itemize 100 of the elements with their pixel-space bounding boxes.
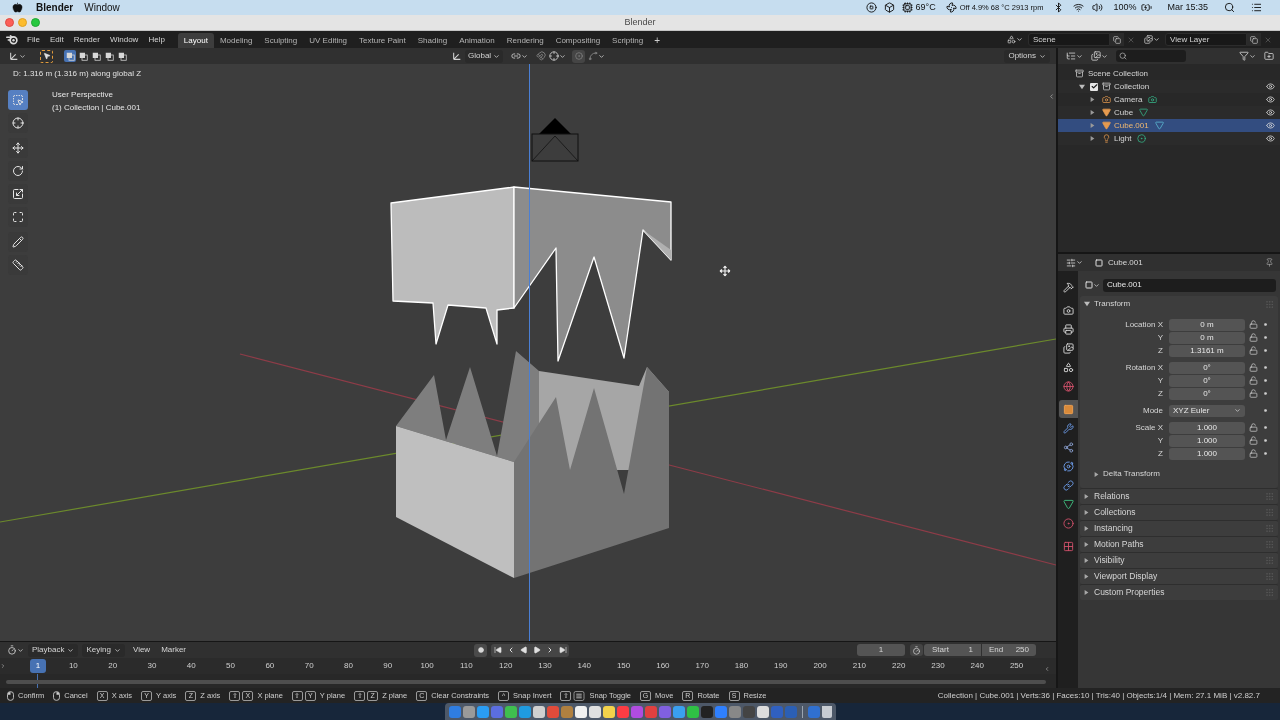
object-name-field[interactable]: Cube.001 <box>1103 278 1276 292</box>
workspace-tab[interactable]: Modeling <box>213 33 259 48</box>
play-reverse-button[interactable] <box>517 643 530 657</box>
frame-number: 180 <box>734 662 749 670</box>
view-layer-selector-button[interactable] <box>1142 33 1162 46</box>
number-field[interactable]: 0° <box>1169 374 1245 387</box>
property-dropdown[interactable]: XYZ Euler <box>1169 404 1245 417</box>
menu-dropdown[interactable]: Playback <box>28 643 79 657</box>
copy-scene-button[interactable] <box>1110 33 1124 46</box>
triangle-icon <box>1063 498 1074 510</box>
menu-item[interactable]: Render <box>68 32 105 47</box>
trash-icon[interactable] <box>821 705 832 718</box>
falloff-button[interactable] <box>588 49 605 63</box>
app-icon[interactable] <box>686 705 699 718</box>
menu-item[interactable]: Help <box>143 32 170 47</box>
image-stack-icon <box>1144 35 1153 44</box>
playhead-frame-indicator[interactable]: 1 <box>30 659 46 673</box>
app-icon[interactable] <box>672 705 685 718</box>
hammer-icon <box>1063 281 1074 293</box>
editor-type-button[interactable] <box>7 643 24 657</box>
tool-button[interactable] <box>8 90 28 110</box>
selection-mode-button[interactable] <box>64 50 76 62</box>
view-layer-filter-button[interactable] <box>1091 49 1108 63</box>
snap-button[interactable] <box>534 49 547 63</box>
number-field[interactable]: 0° <box>1169 387 1245 400</box>
field-value: 250 <box>1015 646 1029 654</box>
current-frame-field[interactable]: 1 <box>857 644 905 656</box>
app-icon[interactable] <box>574 705 587 718</box>
editor-type-button[interactable] <box>1066 256 1083 269</box>
scene-name-field[interactable]: Scene <box>1028 33 1110 46</box>
app-icon[interactable] <box>602 705 615 718</box>
number-field[interactable]: 1.000 <box>1169 434 1245 447</box>
menu-item[interactable]: View <box>129 643 154 657</box>
mouse-right-click-icon <box>53 690 61 701</box>
number-field[interactable]: 1.000 <box>1169 421 1245 434</box>
frame-number: 30 <box>147 662 157 670</box>
logo-icon[interactable] <box>6 34 18 45</box>
app-icon[interactable] <box>588 705 601 718</box>
image-stack-icon <box>1063 342 1074 354</box>
number-field[interactable]: 0 m <box>1169 331 1245 344</box>
number-field[interactable]: 0° <box>1169 361 1245 374</box>
number-field[interactable]: 1.3161 m <box>1169 344 1245 357</box>
preview-range-button[interactable] <box>910 644 923 656</box>
app-menu[interactable]: Blender <box>36 2 74 13</box>
app-icon[interactable] <box>756 705 769 718</box>
selection-mode-button[interactable] <box>116 50 128 62</box>
menu-item[interactable]: File <box>22 32 45 47</box>
workspace-tab[interactable]: Layout <box>177 33 214 48</box>
workspace-tab[interactable]: Shading <box>411 33 454 48</box>
orientation-dropdown[interactable]: Global <box>465 49 503 63</box>
start-frame-field[interactable]: Start 1 <box>924 644 981 656</box>
workspace-tab[interactable]: Compositing <box>549 33 607 48</box>
app-icon[interactable] <box>504 705 517 718</box>
workspace-tab[interactable]: Scripting <box>606 33 650 48</box>
display-mode-button[interactable] <box>1066 49 1083 63</box>
app-icon[interactable] <box>532 705 545 718</box>
collapsed-panel-header[interactable]: Motion Paths <box>1080 536 1278 552</box>
scene-selector-button[interactable] <box>1005 33 1025 46</box>
workspace-tab[interactable]: Sculpting <box>258 33 304 48</box>
options-dropdown[interactable]: Options <box>1004 49 1050 63</box>
end-frame-field[interactable]: End 250 <box>982 644 1036 656</box>
square-icon <box>1063 403 1074 415</box>
number-field[interactable]: 1.000 <box>1169 447 1245 460</box>
checkbox[interactable] <box>1090 82 1098 91</box>
selection-mode-button[interactable] <box>77 50 89 62</box>
workspace-tab[interactable]: Animation <box>453 33 501 48</box>
collapsed-panel-header[interactable]: Collections <box>1080 504 1278 520</box>
collapsed-panel-header[interactable]: Instancing <box>1080 520 1278 536</box>
menu-item[interactable]: Window <box>104 32 144 47</box>
copy-icon <box>1250 35 1258 44</box>
panel-title: Relations <box>1094 492 1130 501</box>
menu-item[interactable]: Window <box>84 2 120 13</box>
copy-view-layer-button[interactable] <box>1247 33 1261 46</box>
workspace-tab[interactable]: Rendering <box>500 33 550 48</box>
proportional-edit-button[interactable] <box>572 49 585 63</box>
add-workspace-button[interactable]: + <box>649 33 666 48</box>
workspace-tab[interactable]: Texture Paint <box>353 33 412 48</box>
chevron-left-icon <box>1048 93 1055 100</box>
menu-item[interactable]: Marker <box>158 643 190 657</box>
snap-target-button[interactable] <box>549 49 566 63</box>
menu-item[interactable]: Edit <box>44 32 69 47</box>
object-type-dropdown[interactable] <box>1085 278 1100 292</box>
number-field[interactable]: 0 m <box>1169 318 1245 331</box>
app-icon[interactable] <box>462 705 475 718</box>
collapsed-panel-header[interactable]: Custom Properties <box>1080 584 1278 600</box>
view-layer-name-field[interactable]: View Layer <box>1165 33 1247 46</box>
new-collection-button[interactable] <box>1262 49 1275 63</box>
collapsed-panel-header[interactable]: Relations <box>1080 488 1278 504</box>
selection-mode-button[interactable] <box>103 50 115 62</box>
collapsed-panel-header[interactable]: Visibility <box>1080 552 1278 568</box>
active-tool-button[interactable] <box>40 49 53 63</box>
outliner-row[interactable]: Cube.001 <box>1058 119 1280 132</box>
close-button[interactable] <box>5 18 14 27</box>
menu-dropdown[interactable]: Keying <box>82 643 125 657</box>
collapsed-panel-header[interactable]: Viewport Display <box>1080 568 1278 584</box>
record-button[interactable] <box>474 643 487 657</box>
workspace-tab[interactable]: UV Editing <box>303 33 354 48</box>
outliner-search-field[interactable] <box>1116 50 1186 62</box>
selection-mode-button[interactable] <box>90 50 102 62</box>
filter-button[interactable] <box>1239 49 1256 63</box>
